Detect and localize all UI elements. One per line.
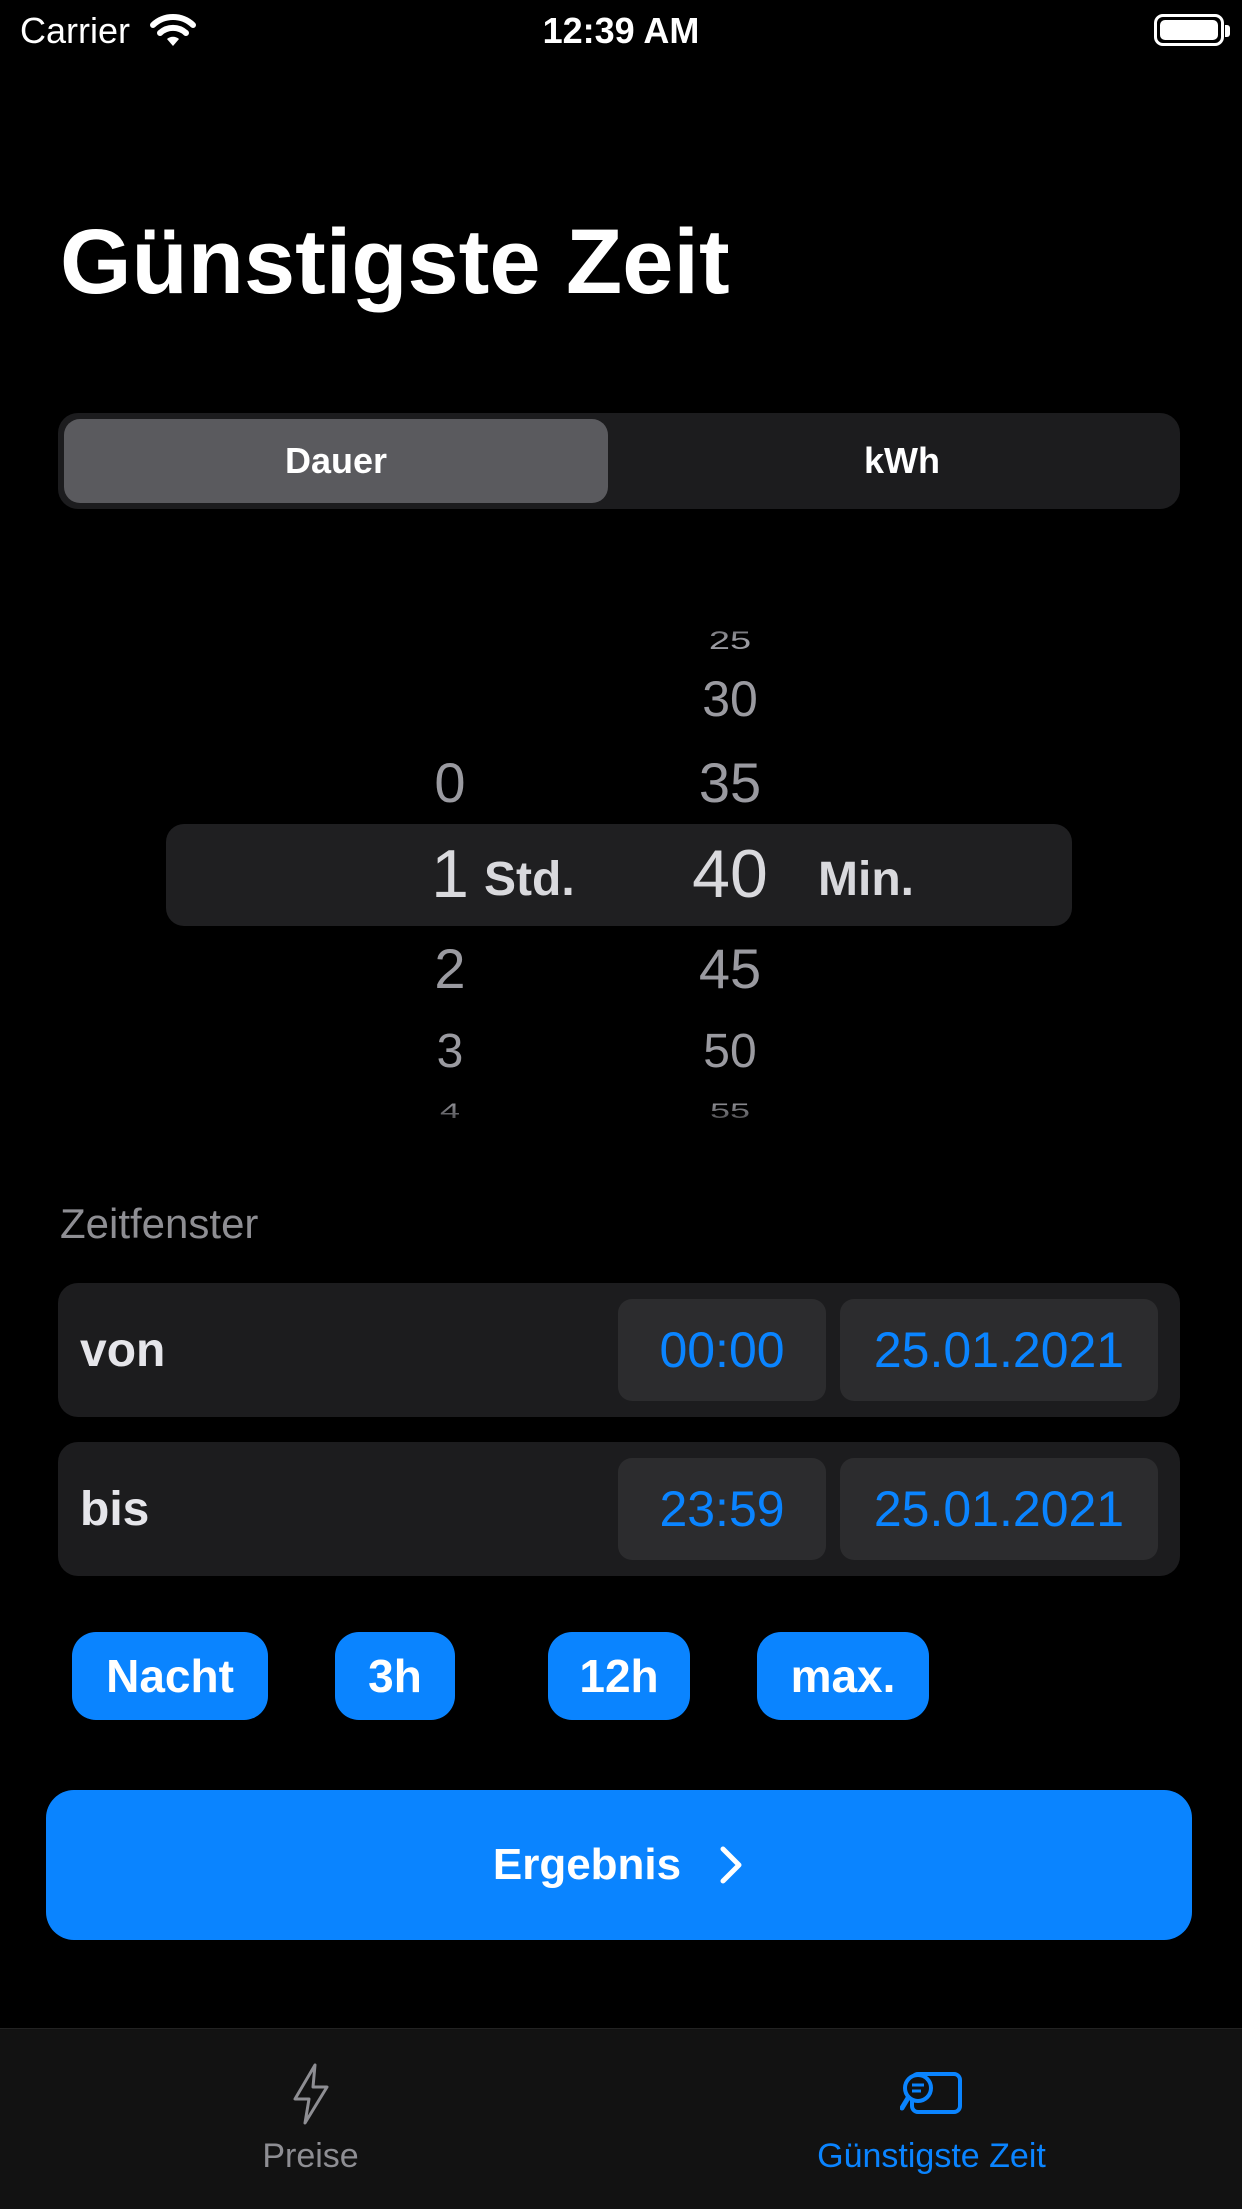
tab-preise-label: Preise xyxy=(262,2137,359,2175)
page-title: Günstigste Zeit xyxy=(60,211,730,313)
picker-minute-option[interactable]: 50 xyxy=(670,1024,790,1079)
to-label: bis xyxy=(80,1482,150,1536)
picker-hour-option[interactable]: 3 xyxy=(395,1024,505,1079)
tab-guenstigste-zeit[interactable]: Günstigste Zeit xyxy=(621,2029,1242,2209)
chevron-right-icon xyxy=(720,1846,742,1884)
result-button[interactable]: Ergebnis xyxy=(46,1790,1192,1940)
from-time-button[interactable]: 00:00 xyxy=(618,1299,826,1401)
quick-button-12h[interactable]: 12h xyxy=(548,1632,690,1720)
quick-button-nacht[interactable]: Nacht xyxy=(72,1632,268,1720)
picker-hour-option[interactable]: 2 xyxy=(395,936,505,1001)
status-time: 12:39 AM xyxy=(542,10,700,51)
from-label: von xyxy=(80,1323,166,1377)
battery-icon xyxy=(1154,14,1230,46)
minute-unit-label: Min. xyxy=(818,853,914,906)
tab-bar: Preise Günstigste Zeit xyxy=(0,2028,1242,2209)
picker-minute-option[interactable]: 35 xyxy=(670,750,790,815)
picker-fade-bottom xyxy=(300,1100,900,1140)
tab-guenstigste-zeit-label: Günstigste Zeit xyxy=(817,2137,1046,2175)
picker-minute-selected[interactable]: 40 xyxy=(670,835,790,913)
section-label-zeitfenster: Zeitfenster xyxy=(60,1200,259,1247)
segment-kwh[interactable]: kWh xyxy=(630,419,1174,503)
picker-minute-option[interactable]: 30 xyxy=(670,670,790,728)
search-chart-icon xyxy=(899,2059,964,2129)
result-button-label: Ergebnis xyxy=(492,1840,682,1889)
segment-dauer[interactable]: Dauer xyxy=(64,419,608,503)
picker-fade-top xyxy=(300,600,900,640)
quick-button-max[interactable]: max. xyxy=(757,1632,929,1720)
segmented-control: Dauer kWh xyxy=(58,413,1180,509)
to-time-button[interactable]: 23:59 xyxy=(618,1458,826,1560)
picker-hour-option[interactable]: 0 xyxy=(395,750,505,815)
hour-unit-label: Std. xyxy=(484,853,575,906)
quick-button-3h[interactable]: 3h xyxy=(335,1632,455,1720)
duration-picker[interactable]: 0 1 2 3 4 25 30 35 40 45 50 55 Std. Min. xyxy=(0,600,1242,1140)
from-date-button[interactable]: 25.01.2021 xyxy=(840,1299,1158,1401)
to-date-button[interactable]: 25.01.2021 xyxy=(840,1458,1158,1560)
to-row: bis 23:59 25.01.2021 xyxy=(58,1442,1180,1576)
picker-minute-option[interactable]: 45 xyxy=(670,936,790,1001)
from-row: von 00:00 25.01.2021 xyxy=(58,1283,1180,1417)
tab-preise[interactable]: Preise xyxy=(0,2029,621,2209)
bolt-icon xyxy=(289,2059,333,2129)
